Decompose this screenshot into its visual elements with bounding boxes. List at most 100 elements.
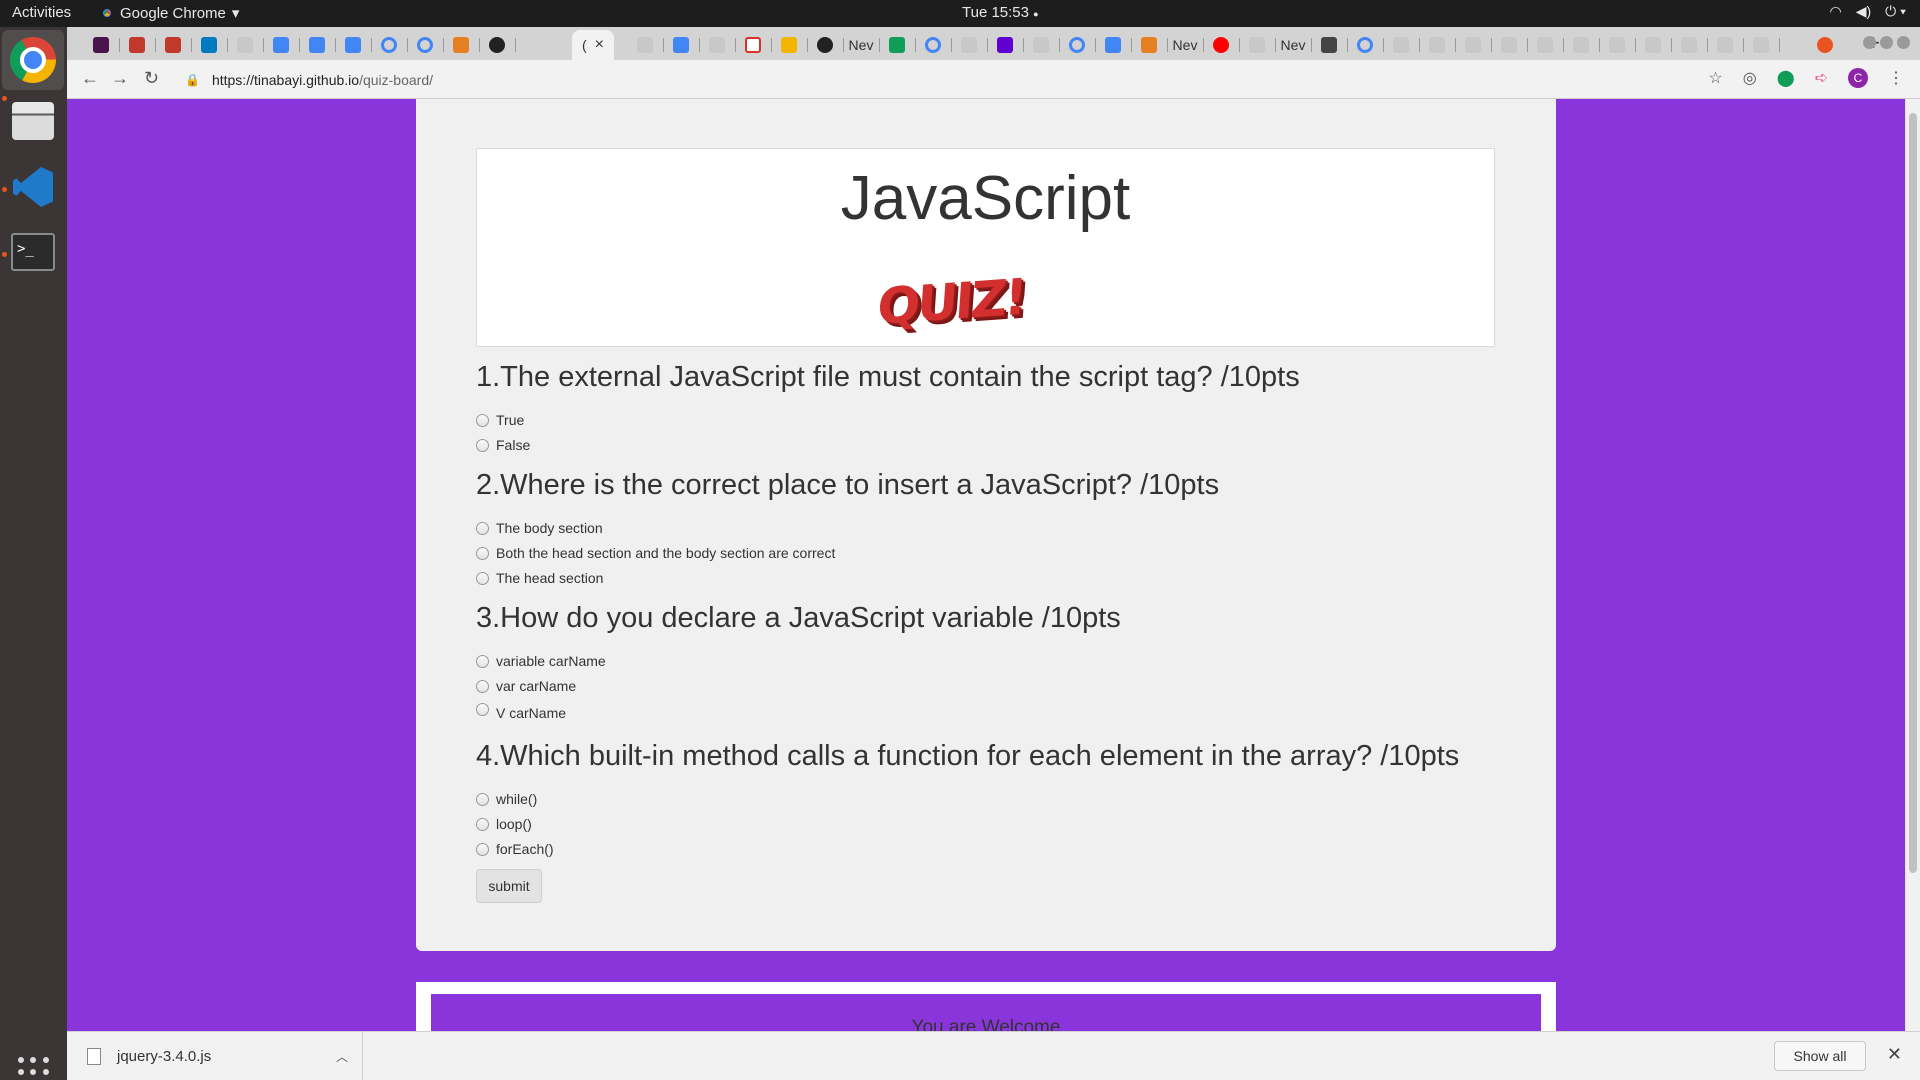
tab[interactable] (227, 30, 264, 60)
tab[interactable] (951, 30, 988, 60)
tab[interactable] (1023, 30, 1060, 60)
tab[interactable] (699, 30, 736, 60)
tab-docs[interactable] (663, 30, 700, 60)
reload-icon[interactable]: ↻ (144, 68, 159, 89)
tab-google[interactable] (1347, 30, 1384, 60)
show-applications-icon[interactable] (18, 1057, 50, 1080)
tab-google[interactable] (915, 30, 952, 60)
extension-icon[interactable]: ◎ (1743, 68, 1757, 88)
forward-arrow-icon[interactable]: → (111, 68, 129, 89)
tab[interactable] (1671, 30, 1708, 60)
tab[interactable] (1095, 30, 1132, 60)
dock-files[interactable] (9, 97, 57, 145)
tab[interactable] (1599, 30, 1636, 60)
tab-youtube[interactable] (1203, 30, 1240, 60)
tab-docs[interactable] (263, 30, 300, 60)
tab[interactable] (1635, 30, 1672, 60)
radio-button[interactable] (476, 842, 489, 856)
download-item[interactable]: jquery-3.4.0.js ︿ (87, 1032, 363, 1080)
tab-trello[interactable] (191, 30, 228, 60)
radio-button[interactable] (476, 817, 489, 831)
system-menu[interactable]: ◠ ◀) ⏻ ▾ (1830, 3, 1907, 20)
radio-button[interactable] (476, 571, 489, 585)
option-q3-v[interactable]: V carName (476, 702, 566, 721)
radio-button[interactable] (476, 413, 489, 427)
close-window-button[interactable] (1897, 36, 1910, 49)
tab[interactable] (443, 30, 480, 60)
tab[interactable] (1239, 30, 1276, 60)
tab-github[interactable] (479, 30, 516, 60)
tab[interactable] (627, 30, 664, 60)
radio-button[interactable] (476, 702, 489, 716)
tab-yahoo[interactable] (987, 30, 1024, 60)
tab-slack[interactable] (83, 30, 120, 60)
option-q1-false[interactable]: False (476, 437, 530, 453)
extension-icon[interactable]: ⬤ (1777, 68, 1795, 88)
option-q3-variable[interactable]: variable carName (476, 653, 606, 669)
tab[interactable] (1419, 30, 1456, 60)
tab[interactable] (1807, 30, 1843, 60)
avatar[interactable]: C (1848, 68, 1868, 88)
tab[interactable] (1527, 30, 1564, 60)
tab-sheets[interactable] (879, 30, 916, 60)
clock[interactable]: Tue 15:53 ● (962, 4, 1039, 21)
menu-kebab-icon[interactable]: ⋮ (1888, 68, 1904, 88)
bookmark-star-icon[interactable]: ☆ (1708, 68, 1722, 88)
scrollbar-thumb[interactable] (1909, 113, 1917, 873)
tab-active-quiz-board[interactable]: ( × (572, 30, 614, 60)
option-q4-foreach[interactable]: forEach() (476, 841, 554, 857)
minimize-button[interactable] (1863, 36, 1876, 49)
radio-button[interactable] (476, 521, 489, 535)
close-icon[interactable]: ✕ (1887, 1044, 1902, 1065)
tab-google[interactable] (407, 30, 444, 60)
tab-docs[interactable] (299, 30, 336, 60)
gmail-icon (745, 37, 761, 53)
extension-icon[interactable]: ➪ (1815, 68, 1828, 88)
tab[interactable] (1131, 30, 1168, 60)
option-q3-var[interactable]: var carName (476, 678, 576, 694)
tab[interactable] (1563, 30, 1600, 60)
tab[interactable] (1455, 30, 1492, 60)
option-q4-loop[interactable]: loop() (476, 816, 532, 832)
tab[interactable] (1383, 30, 1420, 60)
tab[interactable] (1743, 30, 1780, 60)
dock-chrome[interactable] (2, 30, 64, 90)
tab[interactable] (155, 30, 192, 60)
radio-button[interactable] (476, 546, 489, 560)
maximize-button[interactable] (1880, 36, 1893, 49)
dock-vscode[interactable] (9, 163, 57, 211)
option-q2-head[interactable]: The head section (476, 570, 603, 586)
tab-slides[interactable] (771, 30, 808, 60)
show-all-button[interactable]: Show all (1774, 1041, 1866, 1071)
option-q4-while[interactable]: while() (476, 791, 537, 807)
close-tab-icon[interactable]: × (595, 36, 604, 54)
radio-button[interactable] (476, 679, 489, 693)
submit-button[interactable]: submit (476, 869, 542, 903)
back-arrow-icon[interactable]: ← (81, 68, 99, 89)
tab-new[interactable]: Nev (1275, 30, 1312, 60)
dock-terminal[interactable]: >_ (9, 228, 57, 276)
radio-button[interactable] (476, 792, 489, 806)
toolbar-actions: ☆ ◎ ⬤ ➪ C ⋮ (1708, 68, 1904, 88)
tab-docs[interactable] (335, 30, 372, 60)
tab[interactable] (119, 30, 156, 60)
tab-gmail[interactable] (735, 30, 772, 60)
radio-button[interactable] (476, 438, 489, 452)
tab[interactable] (1311, 30, 1348, 60)
tab-google[interactable] (1059, 30, 1096, 60)
option-q2-body[interactable]: The body section (476, 520, 603, 536)
address-bar[interactable]: 🔒 https://tinabayi.github.io/quiz-board/ (179, 64, 1769, 95)
tab-new[interactable]: Nev (1167, 30, 1204, 60)
option-q2-both[interactable]: Both the head section and the body secti… (476, 545, 835, 561)
tab-google[interactable] (371, 30, 408, 60)
option-q1-true[interactable]: True (476, 412, 524, 428)
app-menu[interactable]: Google Chrome ▾ (100, 4, 239, 22)
chevron-up-icon[interactable]: ︿ (336, 1048, 348, 1065)
tab-new[interactable]: Nev (843, 30, 880, 60)
page-scrollbar[interactable] (1905, 99, 1920, 1031)
tab[interactable] (1707, 30, 1744, 60)
radio-button[interactable] (476, 654, 489, 668)
tab-github[interactable] (807, 30, 844, 60)
activities-button[interactable]: Activities (12, 4, 71, 21)
tab[interactable] (1491, 30, 1528, 60)
